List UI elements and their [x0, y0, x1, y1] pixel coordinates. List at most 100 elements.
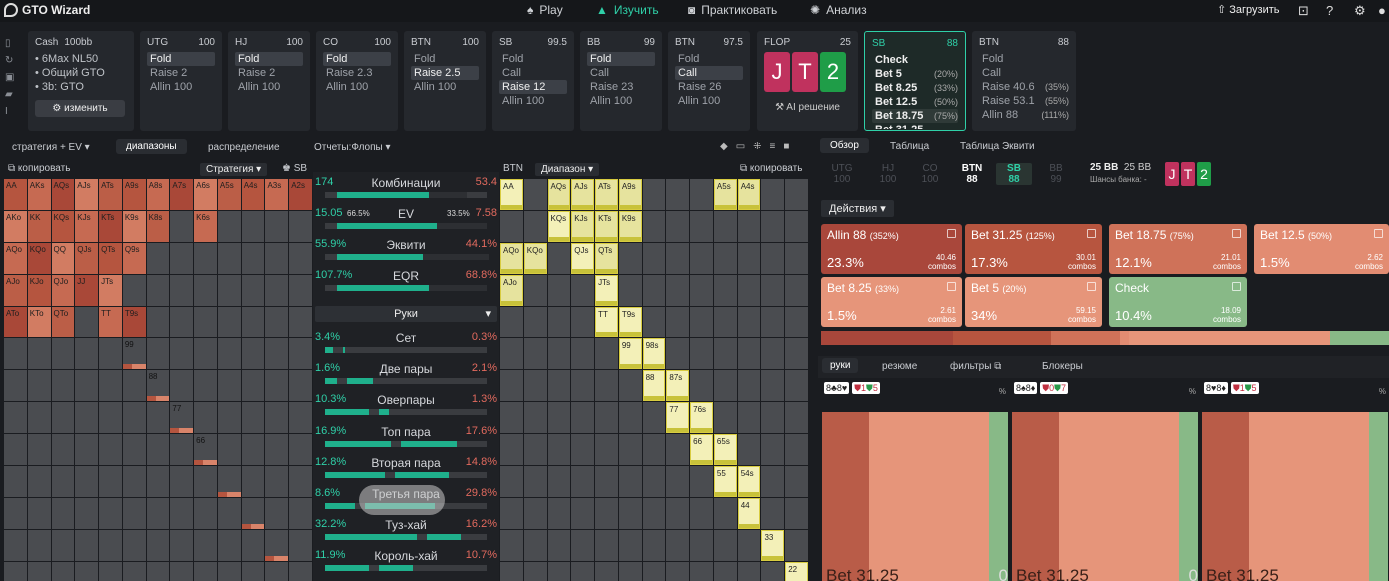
- hand-cell[interactable]: [217, 210, 241, 242]
- hand-cell[interactable]: [690, 274, 713, 306]
- hand-cell[interactable]: [146, 274, 170, 306]
- hand-cell[interactable]: [523, 210, 547, 242]
- hand-cell[interactable]: [241, 561, 265, 581]
- hand-cell[interactable]: [265, 561, 289, 581]
- hand-cell[interactable]: [595, 529, 618, 561]
- hand-cell[interactable]: [571, 466, 595, 497]
- hand-cell[interactable]: [642, 179, 666, 210]
- hand-cell[interactable]: [761, 561, 785, 581]
- hand-cell[interactable]: [571, 497, 595, 529]
- action-option[interactable]: Raise 40.6 (35%): [979, 80, 1069, 94]
- hand-cell[interactable]: [523, 434, 547, 466]
- hand-cell[interactable]: AJo: [4, 274, 27, 306]
- hand-cell[interactable]: [75, 402, 99, 434]
- hand-cell[interactable]: K9s: [618, 210, 642, 242]
- hand-cell[interactable]: ATo: [4, 306, 27, 338]
- hand-cell[interactable]: [547, 306, 571, 338]
- hand-cell[interactable]: [241, 210, 265, 242]
- hand-cell[interactable]: [737, 561, 761, 581]
- action-option[interactable]: Call: [499, 66, 567, 80]
- position-card[interactable]: CO 100 Fold Raise 2.3 Allin 100: [316, 31, 398, 131]
- hand-cell[interactable]: [547, 466, 571, 497]
- hand-cell[interactable]: 98s: [642, 338, 666, 370]
- hand-cell[interactable]: [785, 210, 808, 242]
- action-option[interactable]: Fold: [587, 52, 655, 66]
- action-option[interactable]: Raise 2: [147, 66, 215, 80]
- expand-icon[interactable]: [1232, 229, 1241, 238]
- hand-cell[interactable]: 88: [146, 370, 170, 402]
- hand-cell[interactable]: [217, 338, 241, 370]
- hand-category-row[interactable]: 1.6% Две пары 2.1%: [315, 360, 497, 390]
- hand-cell[interactable]: [523, 402, 547, 434]
- grid-view-icon[interactable]: ⁜: [753, 141, 761, 152]
- hand-cell[interactable]: AQo: [500, 242, 523, 274]
- hand-cell[interactable]: [217, 561, 241, 581]
- hand-cell[interactable]: [4, 434, 27, 466]
- sb-node-card[interactable]: SB 88 Check Bet 5 (20%) Bet 8.25 (33%) Bet 12.…: [864, 31, 966, 131]
- hand-cell[interactable]: QQ: [51, 242, 75, 274]
- hand-cell[interactable]: ATs: [595, 179, 618, 210]
- hand-cell[interactable]: [761, 434, 785, 466]
- hand-cell[interactable]: [595, 434, 618, 466]
- hand-cell[interactable]: [523, 529, 547, 561]
- hand-cell[interactable]: [785, 306, 808, 338]
- action-option[interactable]: Raise 2.5: [411, 66, 479, 80]
- hand-cell[interactable]: [217, 402, 241, 434]
- hand-cell[interactable]: [666, 529, 690, 561]
- hand-cell[interactable]: QTs: [99, 242, 122, 274]
- position-card[interactable]: BTN 100 Fold Raise 2.5 Allin 100: [404, 31, 486, 131]
- hand-cell[interactable]: [642, 306, 666, 338]
- hand-cell[interactable]: [547, 497, 571, 529]
- hand-cell[interactable]: [761, 466, 785, 497]
- hand-cell[interactable]: KTs: [595, 210, 618, 242]
- hand-cell[interactable]: [618, 529, 642, 561]
- hand-cell[interactable]: [571, 370, 595, 402]
- hand-cell[interactable]: [595, 497, 618, 529]
- change-spot-button[interactable]: ⚙ изменить: [35, 100, 125, 117]
- hand-cell[interactable]: [146, 306, 170, 338]
- action-option[interactable]: Allin 100: [323, 80, 391, 94]
- hand-cell[interactable]: 99: [122, 338, 146, 370]
- hand-cell[interactable]: [618, 497, 642, 529]
- hand-cell[interactable]: [241, 434, 265, 466]
- position-card[interactable]: BB 99 Fold Call Raise 23 Allin 100: [580, 31, 662, 131]
- hand-cell[interactable]: [785, 370, 808, 402]
- hand-cell[interactable]: [500, 561, 523, 581]
- hand-cell[interactable]: [690, 561, 713, 581]
- hand-cell[interactable]: [618, 561, 642, 581]
- hand-cell[interactable]: K8s: [146, 210, 170, 242]
- hand-cell[interactable]: [217, 274, 241, 306]
- hand-cell[interactable]: [785, 466, 808, 497]
- hand-cell[interactable]: [690, 497, 713, 529]
- seat-bb[interactable]: BB 99: [1038, 163, 1074, 185]
- hand-cell[interactable]: A8s: [146, 179, 170, 210]
- copy-button[interactable]: ⧉ копировать: [8, 163, 70, 174]
- hand-cell[interactable]: 44: [737, 497, 761, 529]
- hand-cell[interactable]: [666, 561, 690, 581]
- hand-cell[interactable]: 99: [618, 338, 642, 370]
- hand-cell[interactable]: [75, 497, 99, 529]
- hand-cell[interactable]: [241, 306, 265, 338]
- hand-cell[interactable]: [265, 529, 289, 561]
- hand-cell[interactable]: [75, 370, 99, 402]
- hand-cell[interactable]: 87s: [666, 370, 690, 402]
- action-option[interactable]: Raise 53.1 (55%): [979, 94, 1069, 108]
- hand-cell[interactable]: [713, 242, 737, 274]
- hand-cell[interactable]: AJs: [571, 179, 595, 210]
- hand-cell[interactable]: [713, 370, 737, 402]
- action-option[interactable]: Bet 5 (20%): [872, 67, 958, 81]
- hand-cell[interactable]: [51, 434, 75, 466]
- hand-cell[interactable]: [27, 338, 51, 370]
- hand-cell[interactable]: [737, 529, 761, 561]
- hand-cell[interactable]: [785, 434, 808, 466]
- hand-cell[interactable]: [51, 497, 75, 529]
- hand-cell[interactable]: A5s: [217, 179, 241, 210]
- action-option[interactable]: Call: [979, 66, 1069, 80]
- hand-category-row[interactable]: 11.9% Король-хай 10.7%: [315, 547, 497, 577]
- hand-cell[interactable]: AQs: [547, 179, 571, 210]
- action-option[interactable]: Allin 100: [499, 94, 567, 108]
- seat-btn[interactable]: BTN 88: [954, 163, 990, 185]
- hand-cell[interactable]: [713, 497, 737, 529]
- hand-cell[interactable]: [51, 338, 75, 370]
- range-dropdown[interactable]: Диапазон ▾: [535, 163, 600, 176]
